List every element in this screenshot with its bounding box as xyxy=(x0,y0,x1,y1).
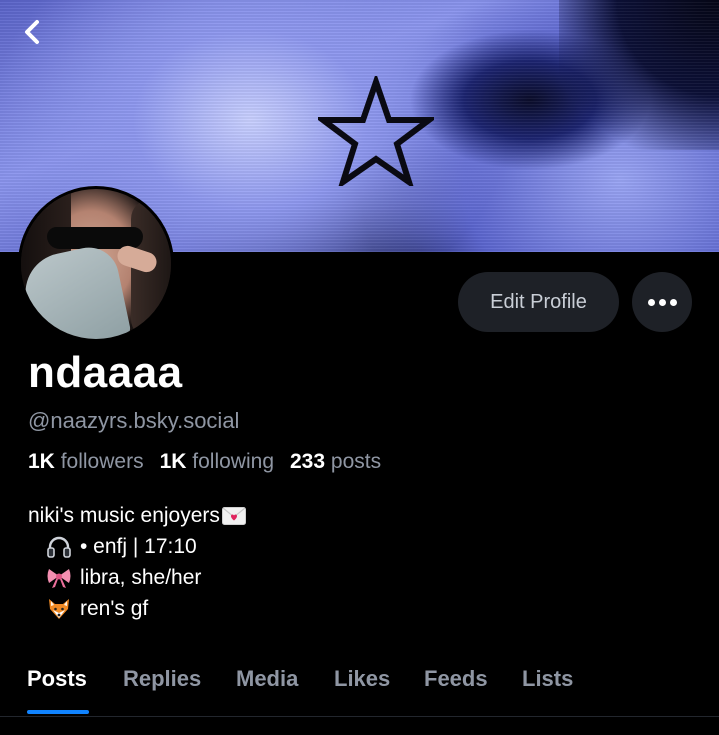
profile-tabs: Posts Replies Media Likes Feeds Lists xyxy=(0,660,719,717)
profile-bio: niki's music enjoyers • enfj | 17:10 lib… xyxy=(28,500,246,624)
tab-likes[interactable]: Likes xyxy=(334,666,390,692)
tab-feeds[interactable]: Feeds xyxy=(424,666,488,692)
ribbon-icon xyxy=(46,566,72,590)
headphones-icon xyxy=(46,535,72,559)
more-options-button[interactable] xyxy=(632,272,692,332)
bio-line: • enfj | 17:10 xyxy=(28,531,246,562)
bio-text: • enfj | 17:10 xyxy=(80,535,197,558)
ellipsis-icon xyxy=(647,298,655,306)
fox-icon xyxy=(46,597,72,621)
tab-posts[interactable]: Posts xyxy=(27,666,87,692)
bio-line: niki's music enjoyers xyxy=(28,500,246,531)
bio-text: libra, she/her xyxy=(80,566,202,589)
ellipsis-dot xyxy=(669,298,677,306)
followers-link[interactable]: 1K followers xyxy=(28,450,144,474)
followers-label: followers xyxy=(60,450,144,473)
love-letter-icon xyxy=(221,506,246,525)
active-tab-indicator xyxy=(27,710,89,714)
bio-line: libra, she/her xyxy=(28,562,246,593)
following-link[interactable]: 1K following xyxy=(160,450,274,474)
profile-handle: @naazyrs.bsky.social xyxy=(28,408,240,433)
followers-count: 1K xyxy=(28,450,55,473)
posts-stat: 233 posts xyxy=(290,450,381,474)
following-count: 1K xyxy=(159,450,187,473)
display-name: ndaaaa xyxy=(28,348,183,397)
star-icon xyxy=(318,76,434,186)
bio-line: ren's gf xyxy=(28,593,246,624)
tab-media[interactable]: Media xyxy=(236,666,298,692)
profile-stats: 1K followers 1K following 233 posts xyxy=(28,450,381,474)
tab-replies[interactable]: Replies xyxy=(123,666,201,692)
tab-lists[interactable]: Lists xyxy=(522,666,573,692)
bio-text: ren's gf xyxy=(80,597,149,620)
following-label: following xyxy=(192,450,274,473)
ellipsis-dot xyxy=(658,298,666,306)
avatar[interactable] xyxy=(18,186,174,342)
posts-label: posts xyxy=(330,450,382,473)
back-icon[interactable] xyxy=(14,14,50,50)
bio-text: niki's music enjoyers xyxy=(28,504,220,527)
posts-count: 233 xyxy=(290,450,326,473)
edit-profile-button[interactable]: Edit Profile xyxy=(458,272,619,332)
